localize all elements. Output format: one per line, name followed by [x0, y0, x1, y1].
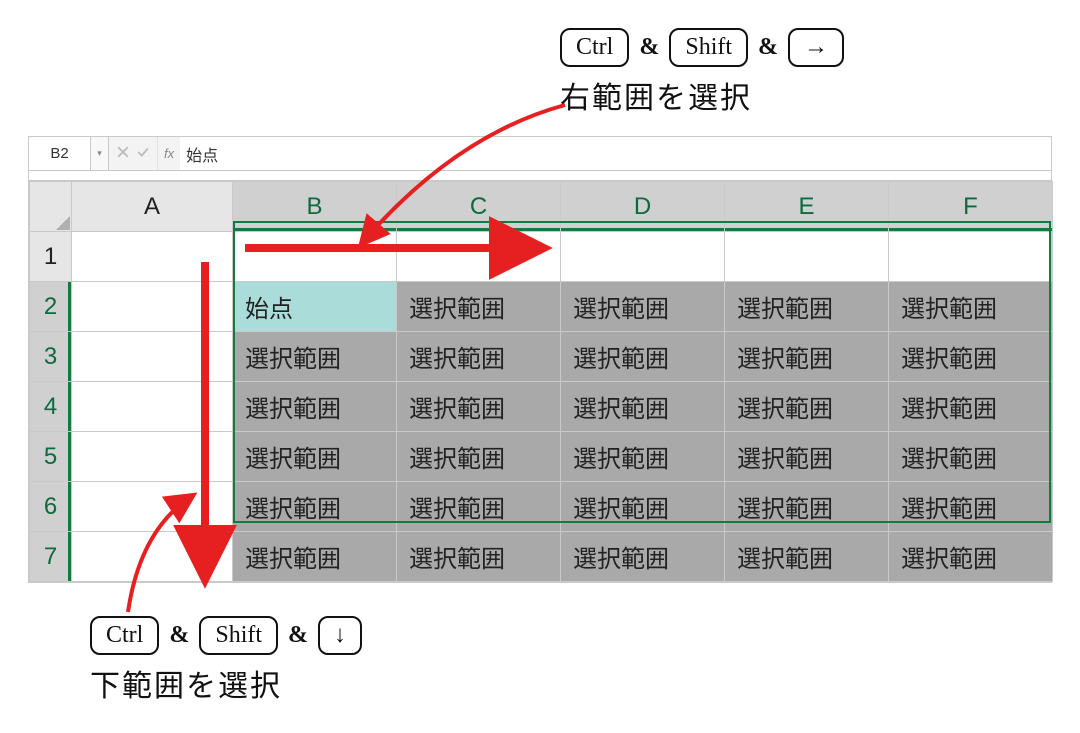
cell[interactable] [72, 332, 233, 382]
cell[interactable]: 選択範囲 [889, 482, 1053, 532]
spreadsheet-grid[interactable]: A B C D E F 1 2 始点 選択範囲 選択範囲 選択範囲 選択範囲 3 [29, 181, 1053, 582]
column-header[interactable]: F [889, 182, 1053, 232]
name-box[interactable]: B2 [29, 137, 91, 170]
cell[interactable]: 選択範囲 [725, 482, 889, 532]
cell[interactable]: 選択範囲 [889, 382, 1053, 432]
caption-right: 右範囲を選択 [560, 73, 844, 117]
column-header[interactable]: E [725, 182, 889, 232]
cell[interactable] [233, 232, 397, 282]
row-header[interactable]: 2 [30, 282, 72, 332]
cell[interactable]: 選択範囲 [561, 432, 725, 482]
cell[interactable] [72, 382, 233, 432]
spreadsheet-window: B2 ▾ fx 始点 A B C [28, 136, 1052, 583]
cell[interactable]: 選択範囲 [233, 432, 397, 482]
ampersand: & [288, 622, 308, 649]
row-header[interactable]: 4 [30, 382, 72, 432]
column-header[interactable]: A [72, 182, 233, 232]
cell[interactable]: 選択範囲 [233, 482, 397, 532]
ampersand: & [169, 622, 189, 649]
keys-right: Ctrl & Shift & → [560, 28, 844, 67]
row-header[interactable]: 6 [30, 482, 72, 532]
cell[interactable] [889, 232, 1053, 282]
formula-bar: B2 ▾ fx 始点 [29, 137, 1051, 171]
cell[interactable]: 選択範囲 [561, 332, 725, 382]
keys-down: Ctrl & Shift & ↓ [90, 616, 362, 655]
cell[interactable]: 選択範囲 [397, 482, 561, 532]
cell-active[interactable]: 始点 [233, 282, 397, 332]
name-box-dropdown-icon[interactable]: ▾ [91, 137, 109, 170]
cell[interactable] [72, 232, 233, 282]
column-header[interactable]: B [233, 182, 397, 232]
cell[interactable]: 選択範囲 [233, 532, 397, 582]
row-header[interactable]: 7 [30, 532, 72, 582]
cell[interactable]: 選択範囲 [561, 482, 725, 532]
row-header[interactable]: 3 [30, 332, 72, 382]
shortcut-down: Ctrl & Shift & ↓ 下範囲を選択 [90, 616, 362, 705]
cell[interactable]: 選択範囲 [397, 332, 561, 382]
cell[interactable]: 選択範囲 [889, 432, 1053, 482]
key-shift: Shift [199, 616, 278, 655]
confirm-icon[interactable] [137, 146, 149, 161]
select-all-corner[interactable] [30, 182, 72, 232]
cell[interactable]: 選択範囲 [725, 282, 889, 332]
key-ctrl: Ctrl [560, 28, 629, 67]
cell[interactable]: 選択範囲 [397, 382, 561, 432]
cell[interactable]: 選択範囲 [725, 532, 889, 582]
formula-input[interactable]: 始点 [180, 137, 1051, 170]
cell[interactable]: 選択範囲 [889, 282, 1053, 332]
key-down-arrow: ↓ [318, 616, 362, 655]
cell[interactable] [397, 232, 561, 282]
row-header[interactable]: 5 [30, 432, 72, 482]
cell[interactable]: 選択範囲 [561, 532, 725, 582]
cell[interactable]: 選択範囲 [397, 432, 561, 482]
cell[interactable] [72, 532, 233, 582]
cell[interactable] [72, 482, 233, 532]
cell[interactable] [72, 432, 233, 482]
cell[interactable]: 選択範囲 [725, 432, 889, 482]
cell[interactable]: 選択範囲 [397, 282, 561, 332]
column-header[interactable]: C [397, 182, 561, 232]
cell[interactable]: 選択範囲 [561, 382, 725, 432]
cell[interactable]: 選択範囲 [233, 382, 397, 432]
key-right-arrow: → [788, 28, 844, 67]
cell[interactable] [561, 232, 725, 282]
ribbon-gap [29, 171, 1051, 181]
row-header[interactable]: 1 [30, 232, 72, 282]
cell[interactable]: 選択範囲 [889, 332, 1053, 382]
cell[interactable] [72, 282, 233, 332]
fx-icon[interactable]: fx [158, 137, 180, 170]
cancel-icon[interactable] [117, 146, 129, 161]
ampersand: & [758, 34, 778, 61]
cell[interactable]: 選択範囲 [233, 332, 397, 382]
cell[interactable] [725, 232, 889, 282]
formula-bar-controls [109, 137, 158, 170]
cell[interactable]: 選択範囲 [725, 332, 889, 382]
column-header[interactable]: D [561, 182, 725, 232]
key-ctrl: Ctrl [90, 616, 159, 655]
caption-down: 下範囲を選択 [90, 661, 362, 705]
cell[interactable]: 選択範囲 [397, 532, 561, 582]
key-shift: Shift [669, 28, 748, 67]
cell[interactable]: 選択範囲 [889, 532, 1053, 582]
ampersand: & [639, 34, 659, 61]
cell[interactable]: 選択範囲 [725, 382, 889, 432]
cell[interactable]: 選択範囲 [561, 282, 725, 332]
shortcut-right: Ctrl & Shift & → 右範囲を選択 [560, 28, 844, 117]
